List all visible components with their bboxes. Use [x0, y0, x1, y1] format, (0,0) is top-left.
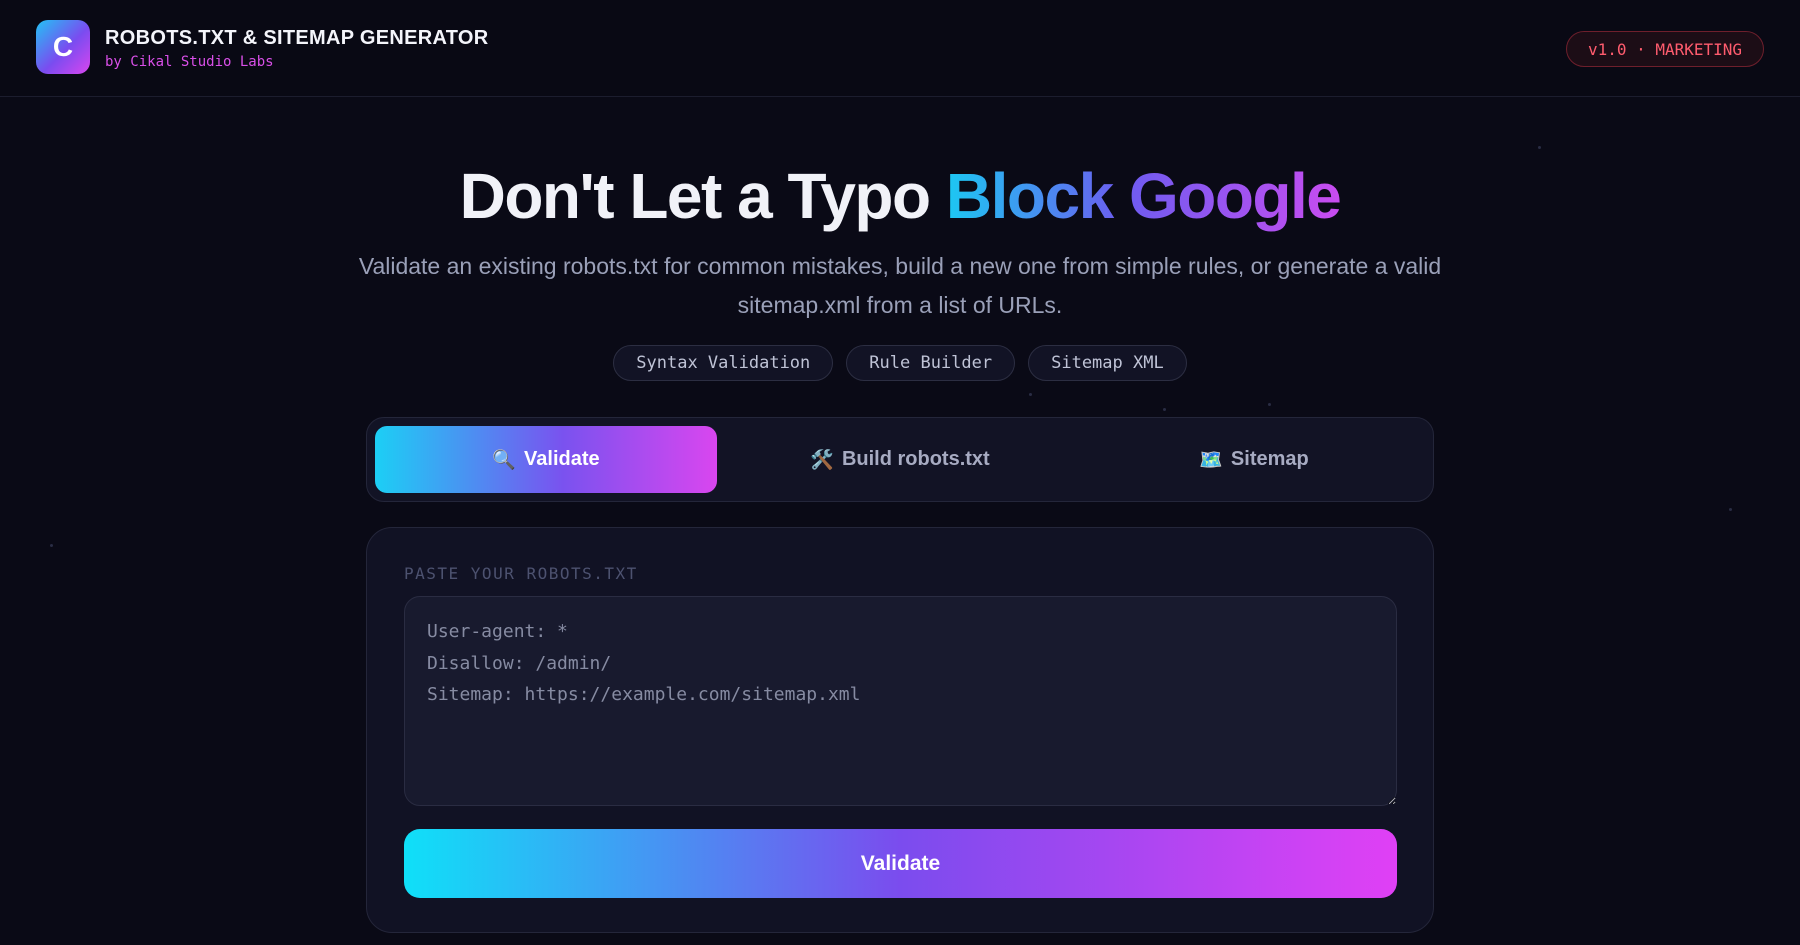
- app-subtitle: by Cikal Studio Labs: [105, 54, 274, 70]
- tab-validate[interactable]: 🔍 Validate: [375, 426, 717, 493]
- magnifier-icon: 🔍: [492, 449, 517, 471]
- tab-validate-label: Validate: [524, 448, 600, 470]
- app-logo[interactable]: C: [36, 20, 90, 74]
- hero-title: Don't Let a Typo Block Google: [0, 158, 1800, 234]
- tab-build-robots-label: Build robots.txt: [841, 448, 990, 470]
- tab-sitemap-label: Sitemap: [1230, 448, 1309, 470]
- app-title: ROBOTS.TXT & SITEMAP GENERATOR: [105, 27, 489, 49]
- tab-build-robots[interactable]: 🛠️ Build robots.txt: [729, 426, 1071, 493]
- robots-input-label: PASTE YOUR ROBOTS.TXT: [404, 564, 638, 583]
- tab-sitemap[interactable]: 🗺️ Sitemap: [1083, 426, 1425, 493]
- robots-txt-input[interactable]: [404, 596, 1397, 806]
- validator-panel: PASTE YOUR ROBOTS.TXT Validate: [366, 527, 1434, 933]
- feature-chip-syntax-validation: Syntax Validation: [613, 345, 834, 381]
- map-icon: 🗺️: [1199, 449, 1223, 471]
- hero-title-highlight: Block Google: [945, 160, 1342, 232]
- top-bar: C ROBOTS.TXT & SITEMAP GENERATOR by Cika…: [0, 0, 1800, 97]
- feature-chip-sitemap-xml: Sitemap XML: [1028, 345, 1187, 381]
- hero-title-plain: Don't Let a Typo: [459, 160, 946, 232]
- tools-icon: 🛠️: [810, 449, 834, 471]
- version-badge: v1.0 · MARKETING: [1566, 31, 1764, 67]
- feature-chip-rule-builder: Rule Builder: [846, 345, 1016, 381]
- hero-description: Validate an existing robots.txt for comm…: [358, 253, 1442, 318]
- mode-tabs: 🔍 Validate 🛠️ Build robots.txt 🗺️ Sitema…: [366, 417, 1434, 502]
- validate-button[interactable]: Validate: [404, 829, 1397, 898]
- feature-chips: Syntax Validation Rule Builder Sitemap X…: [0, 345, 1800, 381]
